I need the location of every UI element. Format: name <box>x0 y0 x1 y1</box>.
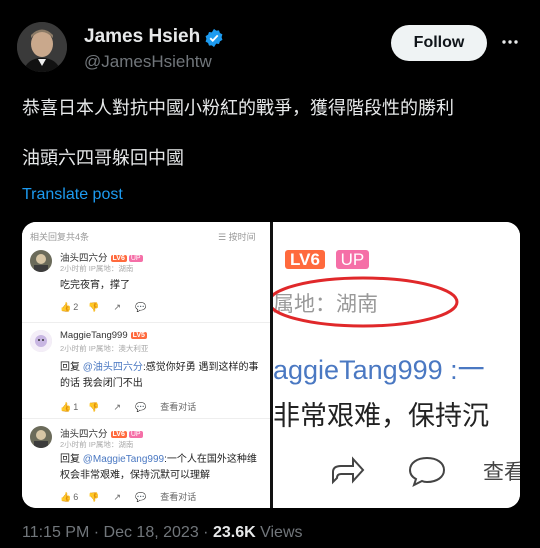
commenter-avatar <box>30 426 52 448</box>
like-icon: 👍 <box>60 402 72 412</box>
commenter-name: 油头四六分 LV6 UP <box>60 429 143 440</box>
zoomed-screenshot: LV6 UP 属地：湖南 aggieTang999 :一 非常艰难，保持沉 查看 <box>273 222 520 508</box>
view-dialog: 查看对话 <box>160 492 197 502</box>
view-dialog: 查看对话 <box>160 402 197 412</box>
author-name[interactable]: James Hsieh <box>84 26 200 48</box>
divider <box>22 418 270 419</box>
commenter-name: 油头四六分 LV6 UP <box>60 253 143 264</box>
comment-icon: 💬 <box>135 302 147 312</box>
zoom-level-badge: LV6 <box>285 250 325 269</box>
dislike-icon: 👎 <box>88 492 100 502</box>
like-icon: 👍 <box>60 302 72 312</box>
views-count: 23.6K <box>212 524 256 541</box>
comment-meta: 2小时前 IP属地：湖南 <box>60 440 134 449</box>
comment-item: MaggieTang999 LV5 2小时前 IP属地：澳大利亚 回复 @油头四六… <box>30 330 266 422</box>
zoom-up-badge: UP <box>335 250 370 269</box>
like-count: 6 <box>73 492 79 502</box>
post-image[interactable]: 相关回复共4条 ☰ 按时间 油头四六分 LV6 UP 2小时前 IP属地：湖南 吃完… <box>22 222 520 508</box>
verified-badge-icon <box>205 28 223 48</box>
sort-by-time-label: ☰ 按时间 <box>218 232 256 242</box>
level-badge: LV6 <box>110 255 127 262</box>
post-footer: 11:15 PM · Dec 18, 2023 · 23.6K Views <box>22 524 303 541</box>
mention: @MaggieTang999 <box>82 454 165 465</box>
comment-icon: 💬 <box>135 492 147 502</box>
more-options-icon[interactable] <box>500 34 520 50</box>
zoom-body-text: 非常艰难，保持沉 <box>273 401 489 431</box>
comment-meta: 2小时前 IP属地：澳大利亚 <box>60 344 149 353</box>
comment-meta: 2小时前 IP属地：湖南 <box>60 264 134 273</box>
commenter-avatar <box>30 250 52 272</box>
red-circle-annotation <box>273 276 459 328</box>
like-count: 1 <box>73 402 79 412</box>
post-time[interactable]: 11:15 PM <box>22 524 89 541</box>
comment-item: 油头四六分 LV6 UP 2小时前 IP属地：湖南 吃完夜宵，撑了 👍 2 👎 ↗ 💬 <box>30 250 266 320</box>
zoom-actions: 查看 <box>273 448 520 498</box>
share-icon: ↗ <box>113 302 121 312</box>
avatar[interactable] <box>17 22 67 72</box>
post-text: 恭喜日本人對抗中國小粉紅的戰爭，獲得階段性的勝利 油頭六四哥躲回中國 <box>22 95 522 195</box>
reply-count-label: 相关回复共4条 <box>30 232 90 242</box>
like-count: 2 <box>73 302 79 312</box>
mention: @油头四六分 <box>82 362 143 373</box>
post-date[interactable]: Dec 18, 2023 <box>104 524 199 541</box>
post-line-1: 恭喜日本人對抗中國小粉紅的戰爭，獲得階段性的勝利 <box>22 98 454 118</box>
comment-text: 吃完夜宵，撑了 <box>60 280 130 291</box>
commenter-avatar <box>30 330 52 352</box>
dislike-icon: 👎 <box>88 302 100 312</box>
translate-link[interactable]: Translate post <box>22 186 123 204</box>
level-badge: LV6 <box>110 431 127 438</box>
comment-actions: 👍 2 👎 ↗ 💬 <box>60 302 160 313</box>
like-icon: 👍 <box>60 492 72 502</box>
divider <box>22 322 270 323</box>
post-header: James Hsieh @JamesHsiehtw Follow <box>0 0 540 90</box>
zoom-view-text: 查看 <box>483 461 520 484</box>
comment-text: 回复 @MaggieTang999:一个人在国外这种维权会非常艰难，保持沉默可以… <box>60 454 257 481</box>
up-badge: UP <box>128 431 143 438</box>
comments-screenshot: 相关回复共4条 ☰ 按时间 油头四六分 LV6 UP 2小时前 IP属地：湖南 吃完… <box>22 222 270 508</box>
commenter-name: MaggieTang999 LV5 <box>60 330 147 341</box>
comment-item: 油头四六分 LV6 UP 2小时前 IP属地：湖南 回复 @MaggieTang99… <box>30 426 266 506</box>
up-badge: UP <box>128 255 143 262</box>
zoom-badges: LV6 UP <box>285 250 370 270</box>
author-handle[interactable]: @JamesHsiehtw <box>84 52 212 72</box>
follow-button[interactable]: Follow <box>391 25 487 61</box>
comment-actions: 👍 1 👎 ↗ 💬 查看对话 <box>60 400 210 413</box>
share-icon: ↗ <box>113 402 121 412</box>
dislike-icon: 👎 <box>88 402 100 412</box>
level-badge: LV5 <box>130 332 147 339</box>
share-icon <box>332 456 365 485</box>
comment-text: 回复 @油头四六分:感觉你好勇 遇到这样的事的话 我会闭门不出 <box>60 362 259 389</box>
post-line-2: 油頭六四哥躲回中國 <box>22 148 184 168</box>
comment-icon: 💬 <box>135 402 147 412</box>
comment-actions: 👍 6 👎 ↗ 💬 查看对话 <box>60 490 210 503</box>
views-label: Views <box>260 524 303 541</box>
zoom-name-text: aggieTang999 :一 <box>273 355 485 385</box>
comment-icon <box>408 456 446 487</box>
share-icon: ↗ <box>113 492 121 502</box>
